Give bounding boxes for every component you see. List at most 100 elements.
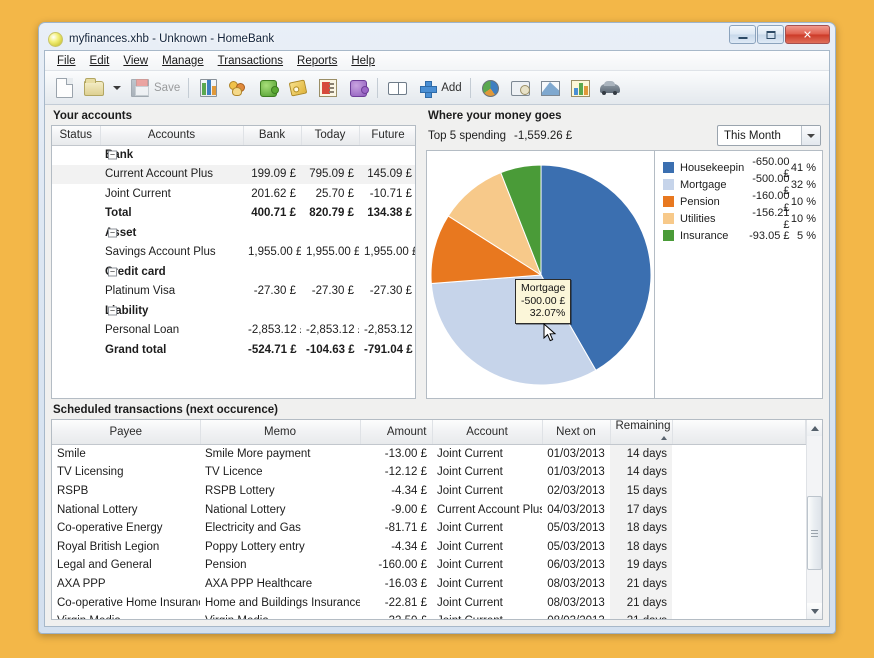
budget-report-button[interactable] bbox=[505, 74, 535, 102]
sched-col-account[interactable]: Account bbox=[432, 420, 542, 445]
table-row[interactable]: −Bank bbox=[52, 145, 416, 165]
table-row[interactable]: Virgin MediaVirgin Media-32.50 £Joint Cu… bbox=[52, 612, 806, 619]
collapse-icon[interactable]: − bbox=[108, 306, 117, 315]
scrollbar-track[interactable] bbox=[807, 436, 822, 603]
account-group-asset[interactable]: −Asset bbox=[100, 223, 243, 243]
sched-amount: -12.12 £ bbox=[360, 463, 432, 482]
collapse-icon[interactable]: − bbox=[108, 267, 117, 276]
manage-categories-button[interactable] bbox=[253, 74, 283, 102]
legend-item[interactable]: Housekeeping -650.00 £ 41 % bbox=[663, 159, 816, 176]
legend-label: Housekeeping bbox=[680, 162, 744, 174]
sched-col-next-on[interactable]: Next on bbox=[542, 420, 610, 445]
assignments-card-icon bbox=[317, 77, 339, 99]
sched-col-amount[interactable]: Amount bbox=[360, 420, 432, 445]
account-group-bank[interactable]: −Bank bbox=[100, 145, 243, 165]
accounts-col-future[interactable]: Future bbox=[359, 126, 416, 145]
scrollbar-thumb[interactable] bbox=[807, 496, 822, 570]
manage-accounts-button[interactable] bbox=[193, 74, 223, 102]
table-row[interactable]: Co-operative Home InsuranceHome and Buil… bbox=[52, 593, 806, 612]
menu-help[interactable]: Help bbox=[344, 53, 382, 69]
accounts-col-status[interactable]: Status bbox=[52, 126, 100, 145]
table-row[interactable]: Personal Loan -2,853.12 £ -2,853.12 £ -2… bbox=[52, 321, 416, 341]
table-row[interactable]: Platinum Visa -27.30 £ -27.30 £ -27.30 £ bbox=[52, 282, 416, 302]
menu-reports[interactable]: Reports bbox=[290, 53, 344, 69]
sort-ascending-icon bbox=[661, 436, 667, 440]
account-group-liability[interactable]: −Liability bbox=[100, 301, 243, 321]
balance-report-button[interactable] bbox=[535, 74, 565, 102]
menu-file[interactable]: File bbox=[50, 53, 83, 69]
row-status bbox=[52, 184, 100, 204]
minimize-button[interactable] bbox=[729, 25, 756, 44]
table-row[interactable]: TV LicensingTV Licence-12.12 £Joint Curr… bbox=[52, 463, 806, 482]
maximize-button[interactable] bbox=[757, 25, 784, 44]
scheduled-listbox[interactable]: Payee Memo Amount Account Next on Remain… bbox=[51, 419, 823, 620]
table-row[interactable]: −Liability bbox=[52, 301, 416, 321]
table-row[interactable]: Current Account Plus 199.09 £ 795.09 £ 1… bbox=[52, 165, 416, 185]
table-row[interactable]: Savings Account Plus 1,955.00 £ 1,955.00… bbox=[52, 243, 416, 263]
chevron-down-icon[interactable] bbox=[801, 126, 820, 145]
new-file-button[interactable] bbox=[49, 74, 79, 102]
trend-report-button[interactable] bbox=[565, 74, 595, 102]
table-row[interactable]: AXA PPPAXA PPP Healthcare-16.03 £Joint C… bbox=[52, 575, 806, 594]
scroll-down-button[interactable] bbox=[807, 603, 822, 619]
legend-item[interactable]: Utilities -156.21 £ 10 % bbox=[663, 210, 816, 227]
add-transaction-button[interactable]: Add bbox=[412, 74, 465, 102]
legend-label: Utilities bbox=[680, 213, 744, 225]
title-bar[interactable]: myfinances.xhb - Unknown - HomeBank ✕ bbox=[44, 28, 830, 50]
pie-chart-container[interactable]: Mortgage -500.00 £ 32.07% bbox=[426, 150, 655, 399]
close-button[interactable]: ✕ bbox=[785, 25, 830, 44]
open-file-button[interactable] bbox=[79, 74, 109, 102]
sched-col-remaining[interactable]: Remaining bbox=[610, 420, 672, 445]
table-row[interactable]: SmileSmile More payment-13.00 £Joint Cur… bbox=[52, 445, 806, 464]
table-row[interactable]: Joint Current 201.62 £ 25.70 £ -10.71 £ bbox=[52, 184, 416, 204]
show-ledger-button[interactable] bbox=[382, 74, 412, 102]
menu-transactions[interactable]: Transactions bbox=[211, 53, 290, 69]
table-row[interactable]: −Credit card bbox=[52, 262, 416, 282]
scheduled-vertical-scrollbar[interactable] bbox=[806, 420, 822, 619]
table-row[interactable]: −Asset bbox=[52, 223, 416, 243]
sched-next-on: 02/03/2013 bbox=[542, 482, 610, 501]
scheduled-table-viewport: Payee Memo Amount Account Next on Remain… bbox=[52, 420, 806, 619]
sched-remaining: 17 days bbox=[610, 500, 672, 519]
legend-item[interactable]: Insurance -93.05 £ 5 % bbox=[663, 227, 816, 244]
accounts-col-today[interactable]: Today bbox=[301, 126, 359, 145]
vehicle-cost-button[interactable] bbox=[595, 74, 625, 102]
table-row[interactable]: Co-operative EnergyElectricity and Gas-8… bbox=[52, 519, 806, 538]
legend-item[interactable]: Pension -160.00 £ 10 % bbox=[663, 193, 816, 210]
save-button[interactable]: Save bbox=[125, 74, 184, 102]
table-row[interactable]: Royal British LegionPoppy Lottery entry-… bbox=[52, 537, 806, 556]
table-row[interactable]: National LotteryNational Lottery-9.00 £C… bbox=[52, 500, 806, 519]
menu-edit[interactable]: Edit bbox=[83, 53, 117, 69]
manage-payees-button[interactable] bbox=[223, 74, 253, 102]
accounts-col-bank[interactable]: Bank bbox=[243, 126, 301, 145]
table-row[interactable]: Legal and GeneralPension-160.00 £Joint C… bbox=[52, 556, 806, 575]
sched-payee: Co-operative Home Insurance bbox=[52, 593, 200, 612]
sched-payee: Smile bbox=[52, 445, 200, 464]
row-status bbox=[52, 340, 100, 360]
manage-assignments-button[interactable] bbox=[313, 74, 343, 102]
scroll-up-button[interactable] bbox=[807, 420, 822, 436]
accounts-listbox[interactable]: Status Accounts Bank Today Future bbox=[51, 125, 416, 399]
manage-tags-button[interactable] bbox=[283, 74, 313, 102]
sched-col-memo[interactable]: Memo bbox=[200, 420, 360, 445]
table-row[interactable]: RSPBRSPB Lottery-4.34 £Joint Current02/0… bbox=[52, 482, 806, 501]
menu-manage[interactable]: Manage bbox=[155, 53, 211, 69]
table-row[interactable]: Total 400.71 £ 820.79 £ 134.38 £ bbox=[52, 204, 416, 224]
collapse-icon[interactable]: − bbox=[108, 228, 117, 237]
menu-view[interactable]: View bbox=[116, 53, 155, 69]
table-row[interactable]: Grand total -524.71 £ -104.63 £ -791.04 … bbox=[52, 340, 416, 360]
account-name: Platinum Visa bbox=[100, 282, 243, 302]
legend-label: Insurance bbox=[680, 230, 744, 242]
date-range-select[interactable]: This Month bbox=[717, 125, 821, 146]
statistics-report-button[interactable] bbox=[475, 74, 505, 102]
collapse-icon[interactable]: − bbox=[108, 151, 117, 160]
open-recent-dropdown[interactable] bbox=[109, 74, 125, 102]
sched-col-payee[interactable]: Payee bbox=[52, 420, 200, 445]
legend-item[interactable]: Mortgage -500.00 £ 32 % bbox=[663, 176, 816, 193]
manage-budget-button[interactable] bbox=[343, 74, 373, 102]
account-group-credit-card[interactable]: −Credit card bbox=[100, 262, 243, 282]
pie-chart[interactable] bbox=[429, 163, 653, 387]
arrow-up-icon bbox=[811, 426, 819, 431]
accounts-col-accounts[interactable]: Accounts bbox=[100, 126, 243, 145]
accounts-header-row: Status Accounts Bank Today Future bbox=[52, 126, 416, 145]
